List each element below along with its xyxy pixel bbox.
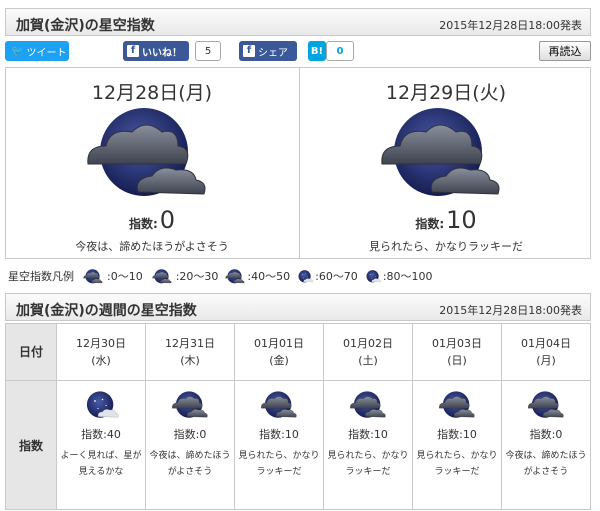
like-count: 5 <box>195 41 221 61</box>
page-title: 加賀(金沢)の星空指数 <box>16 18 155 34</box>
social-bar: 🐦 ツイート f いいね！ 5 f シェア B! 0 再読込 <box>5 41 591 65</box>
legend-item: :20〜30 <box>149 268 218 284</box>
cloudy-night-icon <box>172 391 208 418</box>
legend-item: :60〜70 <box>296 268 358 284</box>
week-date-cell: 12月31日 (木) <box>145 323 235 381</box>
day-score: 指数:10 <box>415 206 477 234</box>
day-message: 見られたら、かなりラッキーだ <box>369 240 523 253</box>
partly-cloudy-stars-icon <box>86 391 119 418</box>
date-row: 日付 12月30日 (水) 12月31日 (木) 01月01日 (金) 01月02日(… <box>5 323 591 381</box>
facebook-like-button[interactable]: f いいね！ <box>123 41 189 61</box>
week-date-cell: 01月03日 (日) <box>412 323 502 381</box>
week-index-cell: 指数:10 見られたら、かなり ラッキーだ <box>412 380 502 510</box>
week-date-cell: 12月30日 (水) <box>56 323 146 381</box>
facebook-share-button[interactable]: f シェア <box>239 41 297 61</box>
forecast-header: 加賀(金沢)の星空指数 2015年12月28日18:00発表 <box>5 8 591 36</box>
week-date-cell: 01月01日 (金) <box>234 323 324 381</box>
legend-item: :0〜10 <box>80 268 143 284</box>
week-index-cell: 指数:10 見られたら、かなり ラッキーだ <box>323 380 413 510</box>
few-clouds-stars-icon <box>298 270 314 283</box>
legend-item: :80〜100 <box>364 268 433 284</box>
week-index-cell: 指数:40 よーく見れば、星が 見えるかな <box>56 380 146 510</box>
legend-label: 星空指数凡例 <box>8 270 74 283</box>
facebook-icon: f <box>243 45 255 57</box>
weekly-published-time: 2015年12月28日18:00発表 <box>439 304 582 317</box>
weekly-title: 加賀(金沢)の週間の星空指数 <box>16 303 197 319</box>
week-index-cell: 指数:0 今夜は、諦めたほう がよさそう <box>501 380 591 510</box>
row-header-date: 日付 <box>5 323 57 381</box>
cloudy-night-icon <box>350 391 386 418</box>
cloudy-icon <box>83 269 103 284</box>
day-message: 今夜は、諦めたほうがよさそう <box>75 240 229 253</box>
day-panel: 12月29日(火) 指数:10 見られたら、かなりラッキーだ <box>299 68 592 258</box>
tweet-button[interactable]: 🐦 ツイート <box>5 41 69 61</box>
cloudy-night-icon <box>439 391 475 418</box>
index-row: 指数 指数:40 よーく見れば、星が 見えるかな 指数:0 今夜は、諦めたほう がよ… <box>5 380 591 510</box>
cloudy-night-icon <box>87 107 206 197</box>
row-header-index: 指数 <box>5 380 57 510</box>
reload-button[interactable]: 再読込 <box>539 41 591 61</box>
twitter-bird-icon: 🐦 <box>11 45 24 57</box>
hatena-bookmark-button[interactable]: B! <box>308 41 326 61</box>
day-score: 指数:0 <box>128 206 176 234</box>
partly-cloudy-icon <box>225 269 245 284</box>
weekly-header: 加賀(金沢)の週間の星空指数 2015年12月28日18:00発表 <box>5 293 591 321</box>
cloudy-night-icon <box>381 107 500 197</box>
mostly-cloudy-icon <box>152 269 172 284</box>
cloudy-night-icon <box>261 391 297 418</box>
week-index-cell: 指数:0 今夜は、諦めたほう がよさそう <box>145 380 235 510</box>
facebook-icon: f <box>127 45 139 57</box>
day-panel: 12月28日(月) 指数:0 今夜は、諦めたほうがよさそう <box>6 68 298 258</box>
week-date-cell: 01月04日 (月) <box>501 323 591 381</box>
daily-forecast: 12月28日(月) 指数:0 今夜は、諦めたほうがよさそう 12月29日(火) … <box>5 67 591 259</box>
published-time: 2015年12月28日18:00発表 <box>439 19 582 32</box>
cloudy-night-icon <box>528 391 564 418</box>
hatena-count: 0 <box>326 41 354 61</box>
week-date-cell: 01月02日 (土) <box>323 323 413 381</box>
weekly-table: 日付 12月30日 (水) 12月31日 (木) 01月01日 (金) 01月02日(… <box>5 323 591 510</box>
legend-item: :40〜50 <box>224 268 290 284</box>
week-index-cell: 指数:10 見られたら、かなり ラッキーだ <box>234 380 324 510</box>
clear-stars-icon <box>366 270 381 283</box>
legend: 星空指数凡例 :0〜10 :20〜30 :40〜50 :60〜70 :80〜10… <box>8 268 433 284</box>
